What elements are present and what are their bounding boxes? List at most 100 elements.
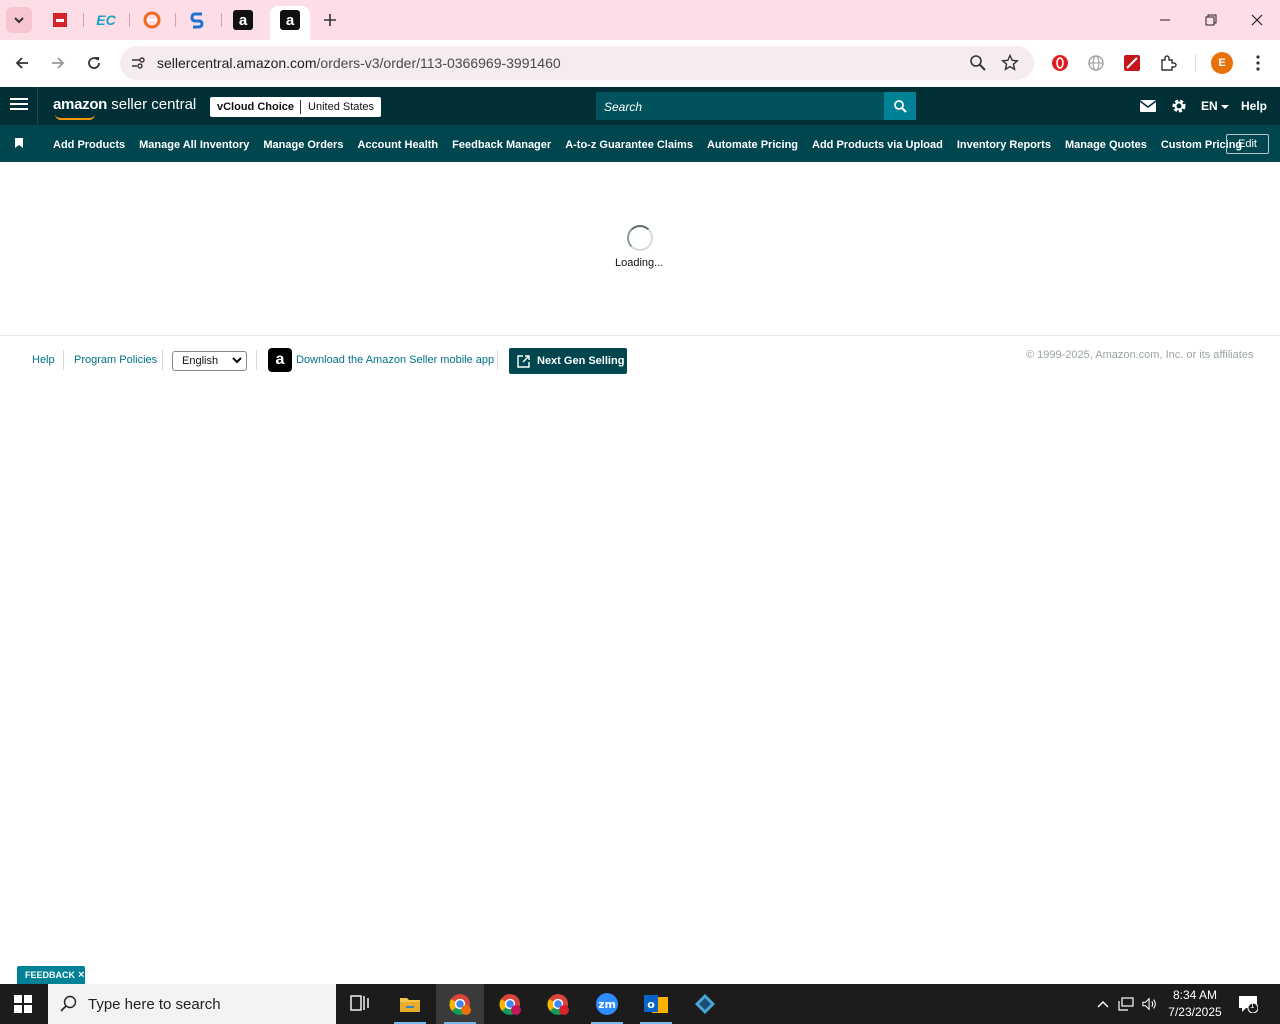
logo-amazon: amazon [53,96,108,113]
extension-globe[interactable] [1085,52,1107,74]
search-icon [893,99,907,113]
nav-link-add-products[interactable]: Add Products [53,139,125,151]
windows-start-icon[interactable] [14,995,32,1013]
taskbar-zoom[interactable]: zm [583,984,631,1024]
speaker-icon [1142,997,1156,1011]
url-text[interactable]: sellercentral.amazon.com/orders-v3/order… [157,55,561,71]
tab-1[interactable] [49,9,71,31]
notification-center-button[interactable]: 1 [1238,995,1259,1014]
blue-s-icon [190,12,204,29]
hamburger-menu-icon[interactable] [10,98,28,114]
chrome-menu-button[interactable] [1247,52,1269,74]
orange-s-icon [143,11,161,29]
footer-help-link[interactable]: Help [32,354,55,366]
feedback-label: FEEDBACK [25,970,76,980]
profile-avatar[interactable]: E [1211,52,1233,74]
tab-3[interactable] [141,9,163,31]
language-selector[interactable]: EN [1201,99,1230,113]
red-shield-icon [1052,55,1068,71]
nav-link-add-products-upload[interactable]: Add Products via Upload [812,139,943,151]
nav-link-account-health[interactable]: Account Health [357,139,438,151]
arrow-left-icon [15,57,28,69]
network-icon [1118,997,1134,1011]
chevron-up-icon [1097,1001,1109,1008]
bookmark-icon[interactable] [15,138,23,148]
windows-taskbar: Type here to search zm o 8:34 AM 7/23/20… [0,984,1280,1024]
taskbar-file-explorer[interactable] [386,984,434,1024]
extensions-button[interactable] [1157,52,1179,74]
caret-down-icon [1221,105,1230,109]
next-gen-selling-label: Next Gen Selling [537,355,625,367]
footer-language-select[interactable]: English [172,351,247,371]
extension-pdf[interactable] [1121,52,1143,74]
help-link[interactable]: Help [1241,99,1267,113]
taskbar-clock[interactable]: 8:34 AM 7/23/2025 [1160,987,1230,1021]
loading-spinner [627,225,653,251]
tab-5[interactable]: a [233,10,253,30]
search-button[interactable] [884,92,916,120]
url-host: sellercentral.amazon.com [157,55,317,71]
plus-icon [324,14,336,26]
bookmark-star-icon[interactable] [1001,53,1019,77]
diamond-app-icon [695,994,715,1014]
show-hidden-icons-button[interactable] [1095,996,1111,1012]
footer-separator [162,350,163,370]
svg-text:o: o [647,998,655,1011]
next-gen-selling-button[interactable]: Next Gen Selling [509,348,627,374]
nav-link-automate-pricing[interactable]: Automate Pricing [707,139,798,151]
zoom-icon[interactable] [969,54,987,77]
profile-initial: E [1218,57,1226,69]
extension-red-shield[interactable] [1049,52,1071,74]
seller-central-logo[interactable]: amazon seller central [53,96,196,113]
tab-4[interactable] [187,9,209,31]
footer-divider [0,335,1280,336]
task-view-button[interactable] [336,984,384,1024]
footer-program-policies-link[interactable]: Program Policies [74,354,157,366]
taskbar-chrome-profile-e[interactable] [436,984,484,1024]
new-tab-button[interactable] [318,8,342,32]
network-tray[interactable] [1118,996,1134,1012]
tab-separator [129,13,130,27]
taskbar-outlook[interactable]: o [632,984,680,1024]
nav-link-inventory-reports[interactable]: Inventory Reports [957,139,1051,151]
taskbar-app-diamond[interactable] [681,984,729,1024]
close-window-button[interactable] [1234,6,1280,34]
forward-button[interactable] [45,50,71,76]
feedback-close-icon[interactable]: × [78,969,84,981]
reload-button[interactable] [81,50,107,76]
back-button[interactable] [9,50,35,76]
minimize-icon [1160,19,1170,21]
kebab-menu-icon [1256,55,1260,71]
address-bar[interactable]: sellercentral.amazon.com/orders-v3/order… [120,46,1034,80]
footer-separator [63,350,64,370]
copyright-text: © 1999-2025, Amazon.com, Inc. or its aff… [1026,349,1254,361]
nav-link-manage-quotes[interactable]: Manage Quotes [1065,139,1147,151]
settings-button[interactable] [1170,98,1188,114]
store-switcher[interactable]: vCloud Choice United States [210,97,382,117]
clock-date: 7/23/2025 [1168,1005,1222,1019]
volume-tray[interactable] [1142,996,1158,1012]
tab-2[interactable]: EC [95,9,117,31]
search-input[interactable]: Search [596,92,884,120]
site-info-icon[interactable] [130,55,146,76]
footer-language-value: English [182,355,219,367]
reload-icon [88,57,100,69]
taskbar-chrome-2[interactable] [486,984,534,1024]
amazon-a-icon: a [238,11,248,29]
browser-toolbar: sellercentral.amazon.com/orders-v3/order… [0,40,1280,87]
taskbar-chrome-3[interactable] [534,984,582,1024]
nav-link-manage-orders[interactable]: Manage Orders [263,139,343,151]
feedback-tab[interactable]: FEEDBACK × [17,966,85,984]
nav-link-feedback-manager[interactable]: Feedback Manager [452,139,551,151]
edit-nav-button[interactable]: Edit [1226,134,1269,154]
tab-6[interactable]: a [280,10,300,30]
taskbar-search-box[interactable]: Type here to search [48,984,336,1024]
nav-link-manage-all-inventory[interactable]: Manage All Inventory [139,139,249,151]
restore-button[interactable] [1188,6,1234,34]
nav-link-a-to-z-claims[interactable]: A-to-z Guarantee Claims [565,139,693,151]
download-app-link[interactable]: Download the Amazon Seller mobile app [296,354,494,366]
language-code: EN [1201,99,1218,113]
tab-search-button[interactable] [6,7,32,33]
messages-button[interactable] [1139,98,1157,114]
minimize-button[interactable] [1142,6,1188,34]
